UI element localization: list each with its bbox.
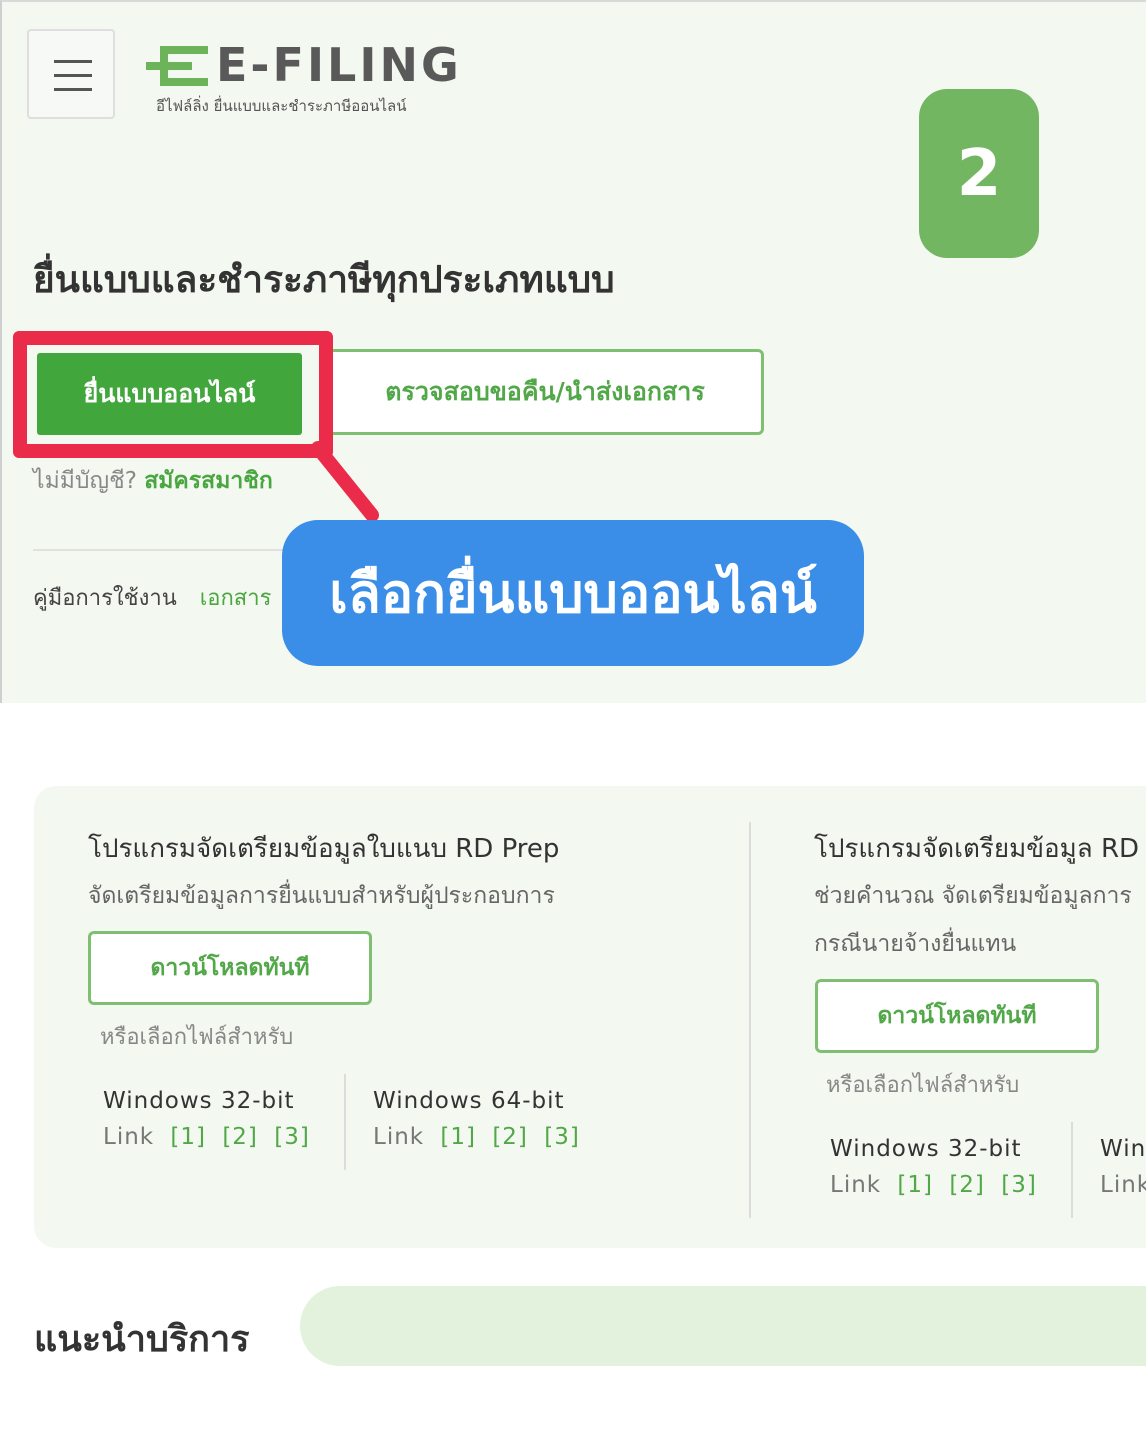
highlight-frame: [13, 331, 333, 458]
program-title: โปรแกรมจัดเตรียมข้อมูลใบแนบ RD Prep: [88, 834, 560, 864]
menu-bar: [54, 88, 92, 91]
download-link-2[interactable]: [2]: [492, 1124, 528, 1150]
manual-row: คู่มือการใช้งาน เอกสาร: [33, 580, 271, 615]
download-link-1[interactable]: [1]: [440, 1124, 476, 1150]
menu-bar: [54, 74, 92, 77]
programs-panel: โปรแกรมจัดเตรียมข้อมูลใบแนบ RD Prep จัดเ…: [34, 786, 1146, 1248]
register-prompt: ไม่มีบัญชี? สมัครสมาชิก: [33, 463, 273, 499]
windows-32bit-label: Windows 32-bit: [103, 1088, 295, 1114]
logo-subtitle: อีไฟล์ลิ่ง ยื่นแบบและชำระภาษีออนไลน์: [156, 97, 407, 115]
download-link-3[interactable]: [3]: [544, 1124, 580, 1150]
register-link[interactable]: สมัครสมาชิก: [144, 468, 273, 494]
column-separator: [344, 1074, 346, 1170]
services-search-bar[interactable]: [300, 1286, 1146, 1366]
page-heading: ยื่นแบบและชำระภาษีทุกประเภทแบบ: [33, 258, 615, 301]
efiling-logo[interactable]: E-FILING อีไฟล์ลิ่ง ยื่นแบบและชำระภาษีออ…: [146, 38, 466, 118]
link-prefix: Link: [830, 1172, 882, 1198]
program-description: กรณีนายจ้างยื่นแทน: [814, 931, 1017, 957]
download-link-2[interactable]: [2]: [949, 1172, 985, 1198]
download-link-3[interactable]: [3]: [1001, 1172, 1037, 1198]
no-account-text: ไม่มีบัญชี?: [33, 468, 137, 494]
logo-text: E-FILING: [216, 38, 462, 92]
program-separator: [749, 822, 751, 1218]
link-prefix: Link: [1100, 1172, 1146, 1198]
link-prefix: Link: [103, 1124, 155, 1150]
check-refund-button[interactable]: ตรวจสอบขอคืน/นำส่งเอกสาร: [326, 349, 764, 435]
download-now-button[interactable]: ดาวน์โหลดทันที: [88, 931, 372, 1005]
link-prefix: Link: [373, 1124, 425, 1150]
windows-64bit-links: Link: [1100, 1172, 1146, 1198]
download-link-1[interactable]: [1]: [170, 1124, 206, 1150]
hamburger-menu-button[interactable]: [27, 29, 115, 119]
choose-file-text: หรือเลือกไฟล์สำหรับ: [826, 1073, 1020, 1098]
program-description: จัดเตรียมข้อมูลการยื่นแบบสำหรับผู้ประกอบ…: [88, 883, 555, 909]
windows-32bit-links: Link [1] [2] [3]: [103, 1124, 310, 1150]
step-number-badge: 2: [919, 89, 1039, 258]
program-description: ช่วยคำนวณ จัดเตรียมข้อมูลการ: [814, 883, 1132, 909]
divider: [33, 549, 293, 551]
choose-file-text: หรือเลือกไฟล์สำหรับ: [100, 1025, 294, 1050]
windows-32bit-links: Link [1] [2] [3]: [830, 1172, 1037, 1198]
manual-document-link[interactable]: เอกสาร: [200, 586, 272, 611]
instruction-callout: เลือกยื่นแบบออนไลน์: [282, 520, 864, 666]
manual-label: คู่มือการใช้งาน: [33, 586, 177, 611]
program-title: โปรแกรมจัดเตรียมข้อมูล RD: [814, 834, 1140, 864]
download-now-button[interactable]: ดาวน์โหลดทันที: [815, 979, 1099, 1053]
services-heading: แนะนำบริการ: [34, 1319, 250, 1360]
logo-e-icon: [146, 46, 208, 86]
column-separator: [1071, 1122, 1073, 1218]
windows-64bit-label: Windows 64-bit: [373, 1088, 565, 1114]
download-link-1[interactable]: [1]: [897, 1172, 933, 1198]
download-link-3[interactable]: [3]: [274, 1124, 310, 1150]
windows-32bit-label: Windows 32-bit: [830, 1136, 1022, 1162]
download-link-2[interactable]: [2]: [222, 1124, 258, 1150]
windows-64bit-label: Win: [1100, 1136, 1146, 1162]
menu-bar: [54, 60, 92, 63]
windows-64bit-links: Link [1] [2] [3]: [373, 1124, 580, 1150]
